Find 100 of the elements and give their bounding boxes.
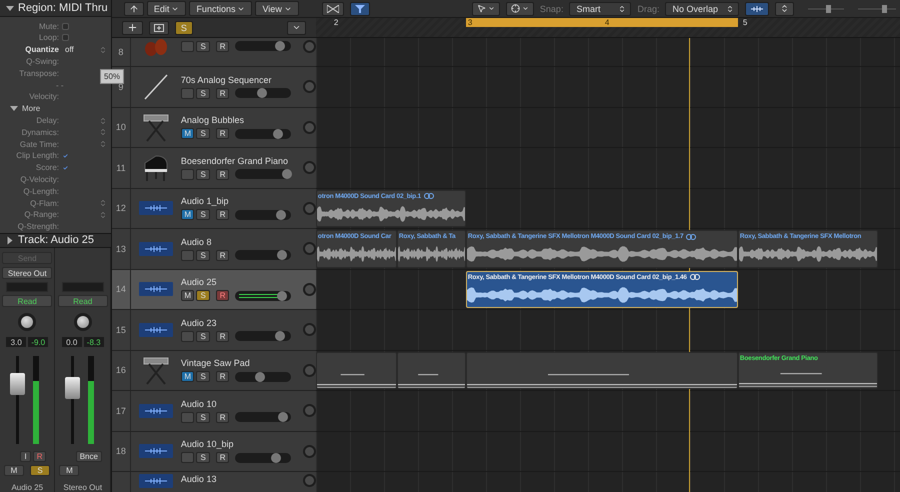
checkbox[interactable] (62, 164, 69, 172)
midi-region[interactable] (316, 352, 397, 389)
volume-slider[interactable] (235, 41, 291, 52)
midi-region[interactable] (396, 352, 466, 389)
volume-thumb[interactable] (270, 452, 281, 463)
solo-button[interactable]: S (196, 250, 210, 261)
solo-button[interactable]: S (196, 209, 210, 220)
collapse-button[interactable] (286, 20, 306, 34)
stepper-icon[interactable] (98, 210, 107, 219)
track-header[interactable]: Track: Audio 25 (0, 232, 111, 248)
record-button[interactable]: R (216, 290, 230, 302)
volume-thumb[interactable] (276, 210, 286, 220)
volume-slider[interactable] (235, 128, 291, 139)
midi-region[interactable] (466, 352, 738, 389)
track-row[interactable]: 17 Audio 10 S R (112, 391, 316, 432)
pan-knob[interactable] (18, 313, 36, 331)
track-row[interactable]: 15 Audio 23 S R (112, 310, 316, 350)
track-row[interactable]: 10 Analog Bubbles M S R (112, 108, 316, 148)
menu-button[interactable]: Functions (189, 1, 252, 16)
solo-button[interactable]: S (196, 371, 210, 382)
volume-thumb[interactable] (272, 128, 283, 139)
mute-button[interactable]: M (180, 371, 194, 382)
checkbox[interactable] (62, 152, 69, 160)
volume-slider[interactable] (235, 169, 291, 180)
track-row[interactable]: 12 Audio 1_bip M S R (112, 188, 316, 229)
checkbox[interactable] (62, 34, 69, 42)
volume-slider[interactable] (235, 88, 291, 98)
timeline-ruler[interactable]: 2 3 4 5 (316, 18, 900, 38)
track-row[interactable]: Audio 13 (112, 472, 316, 492)
mute-button[interactable]: M (180, 290, 194, 302)
mute-button[interactable]: M (180, 209, 194, 220)
menu-button[interactable]: View (255, 1, 299, 16)
strip-button[interactable]: Bnce (76, 451, 102, 462)
volume-thumb[interactable] (254, 372, 265, 382)
volume-thumb[interactable] (256, 88, 267, 98)
solo-button[interactable]: S (196, 330, 210, 342)
solo-button[interactable]: S (196, 168, 210, 180)
volume-thumb[interactable] (276, 290, 287, 301)
record-button[interactable]: R (216, 209, 230, 220)
drag-dropdown[interactable]: No Overlap (665, 2, 739, 16)
volume-slider[interactable] (235, 290, 291, 301)
record-button[interactable]: R (216, 168, 230, 180)
back-button[interactable] (124, 2, 144, 16)
solo-button[interactable]: S (196, 412, 210, 423)
fader-handle[interactable] (65, 377, 80, 400)
volume-thumb[interactable] (274, 41, 285, 52)
snap-dropdown[interactable]: Smart (569, 2, 632, 16)
output-button[interactable]: Stereo Out (2, 267, 52, 279)
zoom-button[interactable] (322, 2, 344, 16)
fader-handle[interactable] (10, 372, 25, 394)
volume-thumb[interactable] (282, 169, 292, 180)
record-button[interactable]: R (216, 412, 230, 423)
group-label[interactable]: More (22, 104, 40, 114)
volume-slider[interactable] (235, 452, 291, 463)
mute-button[interactable]: M (4, 465, 24, 476)
solo-button[interactable]: S (196, 40, 210, 52)
stepper-icon[interactable] (98, 128, 107, 136)
filter-button[interactable] (350, 2, 370, 16)
automation-button[interactable]: Read (2, 295, 52, 307)
volume-thumb[interactable] (276, 250, 287, 260)
pan-knob[interactable] (74, 313, 92, 331)
track-row[interactable]: 14 Audio 25 M S R (112, 270, 316, 310)
record-button[interactable]: R (216, 250, 230, 261)
solo-button[interactable]: S (196, 88, 210, 99)
stepper-icon[interactable] (98, 116, 107, 125)
pointer-tool-button[interactable] (472, 2, 500, 16)
mute-button[interactable]: M (59, 465, 80, 476)
volume-thumb[interactable] (275, 331, 286, 342)
checkbox[interactable] (62, 22, 69, 30)
volume-slider[interactable] (235, 250, 291, 260)
stepper-icon[interactable] (98, 46, 107, 54)
track-row[interactable]: 16 Vintage Saw Pad M S R (112, 350, 316, 391)
record-button[interactable]: R (216, 330, 230, 342)
strip-button[interactable]: I (20, 451, 31, 462)
track-row[interactable]: 13 Audio 8 S R (112, 229, 316, 270)
menu-button[interactable]: Edit (146, 1, 186, 16)
solo-button[interactable]: S (196, 128, 210, 140)
volume-slider[interactable] (235, 210, 291, 220)
record-button[interactable]: R (216, 371, 230, 382)
crosshair-tool-button[interactable] (506, 2, 534, 16)
record-button[interactable]: R (216, 128, 230, 140)
automation-button[interactable]: Read (58, 295, 108, 307)
region-header[interactable]: Region: MIDI Thru (0, 0, 111, 18)
record-button[interactable]: R (216, 88, 230, 99)
param-value[interactable]: off (65, 45, 74, 54)
track-row[interactable]: 11 Boesendorfer Grand Piano S R (112, 148, 316, 188)
solo-button[interactable]: S (196, 452, 210, 464)
stepper-icon[interactable] (98, 140, 107, 148)
track-row[interactable]: 8 S R (112, 38, 316, 67)
record-button[interactable]: R (216, 40, 230, 52)
track-row[interactable]: 18 Audio 10_bip S R (112, 432, 316, 472)
volume-thumb[interactable] (278, 412, 288, 422)
duplicate-track-button[interactable] (148, 20, 169, 34)
volume-slider[interactable] (235, 372, 291, 382)
stepper-icon[interactable] (98, 199, 107, 208)
record-button[interactable]: R (216, 452, 230, 464)
volume-slider[interactable] (235, 412, 291, 422)
vertical-zoom-button[interactable] (775, 2, 794, 16)
mute-button[interactable]: M (180, 128, 194, 140)
waveform-zoom-button[interactable] (745, 2, 769, 16)
